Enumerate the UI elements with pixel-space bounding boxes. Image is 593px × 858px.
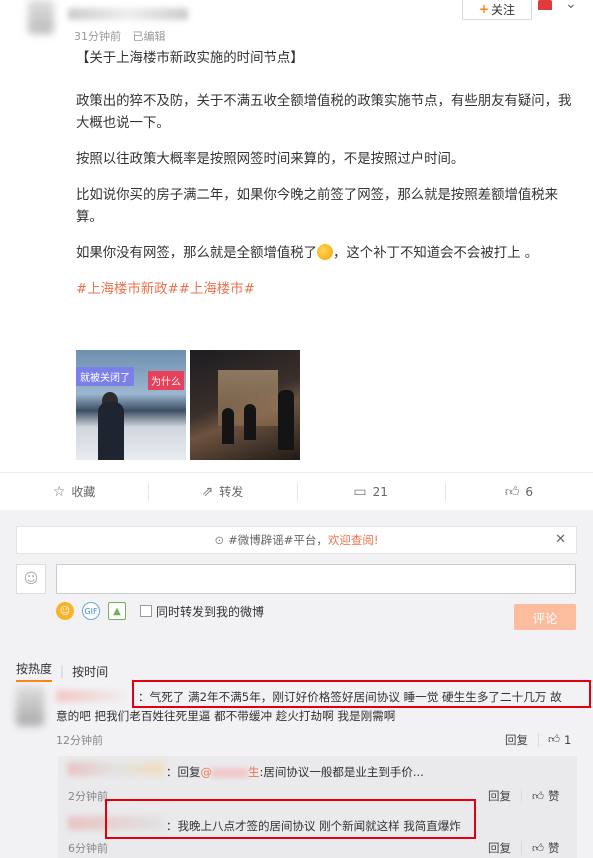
sub-like-label: 赞	[548, 789, 560, 803]
post-paragraph-3: 比如说你买的房子满二年，如果你今晚之前签了网签，那么就是按照差额增值税来算。	[76, 188, 559, 225]
post-tags[interactable]: #上海楼市新政##上海楼市#	[76, 279, 576, 301]
share-icon: ⇗	[201, 483, 214, 500]
sub-commenter-name[interactable]	[68, 762, 164, 776]
person-figure	[222, 408, 234, 444]
sub-comment-text: ：回复@ 生:居间协议一般都是业主到手价...	[166, 764, 424, 780]
sub-reply-button[interactable]: 回复	[488, 840, 511, 856]
para4-start: 如果你没有网签，那么就是全额增值税了	[76, 246, 318, 261]
post-body: 【关于上海楼市新政实施的时间节点】 政策出的猝不及防，关于不满五收全额增值税的政…	[76, 48, 576, 315]
my-avatar: ☺	[16, 564, 46, 594]
thumbs-up-icon: 👍︎	[548, 732, 561, 746]
sub-comment-time: 6分钟前	[68, 842, 108, 855]
reply-button[interactable]: 回复	[505, 732, 528, 748]
author-name[interactable]	[68, 8, 188, 20]
badge-icon	[538, 0, 552, 10]
follow-button[interactable]: + 关注	[462, 0, 532, 20]
repost-label: 转发	[219, 485, 244, 499]
sort-tabs: 按热度 | 按时间	[16, 660, 108, 682]
cry-emoji-icon	[317, 244, 334, 260]
post-meta: 31分钟前 已编辑	[74, 28, 166, 44]
reply-prefix: ：回复	[166, 765, 201, 779]
para4-end: ，这个补丁不知道会不会被打上 。	[333, 246, 539, 261]
comment-count: 21	[372, 484, 388, 499]
like-button[interactable]: 👍︎ 6	[444, 473, 593, 510]
image-caption: 就被关闭了	[76, 367, 134, 386]
thumbs-up-icon: 👍︎	[532, 788, 545, 803]
action-bar: ☆ 收藏 ⇗ 转发 ▭ 21 👍︎ 6	[0, 472, 593, 510]
comment-like-count: 1	[564, 732, 572, 747]
submit-comment-button[interactable]: 评论	[514, 604, 576, 630]
plus-icon: +	[478, 2, 490, 16]
edited-label: 已编辑	[132, 30, 166, 43]
person-figure	[278, 390, 294, 450]
post-image-1[interactable]: 就被关闭了	[76, 350, 186, 460]
commenter-avatar[interactable]	[16, 686, 44, 726]
sub-comment-body: :居间协议一般都是业主到手价...	[259, 765, 424, 779]
mention[interactable]: @	[201, 765, 213, 779]
rumor-notice[interactable]: ⊙ #微博辟谣#平台， 欢迎查阅! ✕	[16, 526, 577, 554]
close-icon[interactable]: ✕	[555, 532, 566, 547]
comment-tools: ☺ GIF ▲ 同时转发到我的微博	[56, 602, 264, 620]
chevron-down-icon[interactable]: ⌄	[565, 0, 577, 12]
sub-comment-time: 2分钟前	[68, 790, 108, 803]
mention-suffix[interactable]: 生	[248, 765, 260, 779]
emoji-icon[interactable]: ☺	[56, 602, 74, 620]
thumbs-up-icon: 👍︎	[504, 484, 520, 500]
thumbs-up-icon: 👍︎	[532, 840, 545, 855]
star-icon: ☆	[52, 483, 66, 500]
divider	[538, 733, 539, 747]
mention-name-blur	[212, 767, 248, 778]
comment-icon: ▭	[353, 483, 367, 500]
post-paragraph-2: 按照以往政策大概率是按照网签时间来算的，不是按照过户时间。	[76, 152, 465, 167]
sub-like-button[interactable]: 👍︎ 赞	[532, 840, 560, 856]
gif-icon[interactable]: GIF	[82, 602, 100, 620]
notice-text: #微博辟谣#平台，	[228, 533, 328, 547]
comment-button[interactable]: ▭ 21	[296, 473, 445, 510]
divider	[521, 789, 522, 803]
notice-link[interactable]: 欢迎查阅!	[328, 532, 379, 548]
post-title: 【关于上海楼市新政实施的时间节点】	[76, 51, 304, 66]
collect-button[interactable]: ☆ 收藏	[0, 473, 148, 510]
post-image-2[interactable]	[190, 350, 300, 460]
highlight-box	[132, 680, 591, 708]
sub-reply-button[interactable]: 回复	[488, 788, 511, 804]
comment-time: 12分钟前	[56, 734, 103, 747]
repost-button[interactable]: ⇗ 转发	[148, 473, 296, 510]
tab-sort-hot[interactable]: 按热度	[16, 660, 53, 682]
person-figure	[98, 402, 124, 460]
tab-sort-time[interactable]: 按时间	[72, 663, 108, 680]
comment-line-2: 意的吧 把我们老百姓往死里逼 都不带缓冲 趁火打劫啊 我是刚需啊	[56, 709, 396, 723]
highlight-box	[105, 799, 476, 839]
collect-label: 收藏	[71, 485, 96, 499]
like-count: 6	[525, 484, 534, 499]
sync-repost-checkbox[interactable]	[140, 605, 152, 617]
sync-repost-label: 同时转发到我的微博	[156, 604, 265, 619]
sort-divider: |	[60, 664, 65, 678]
sub-like-button[interactable]: 👍︎ 赞	[532, 788, 560, 804]
image-icon[interactable]: ▲	[108, 602, 126, 620]
divider	[521, 841, 522, 855]
comment-like-button[interactable]: 👍︎ 1	[548, 732, 571, 747]
author-avatar[interactable]	[28, 0, 54, 34]
sub-like-label: 赞	[548, 841, 560, 855]
info-icon: ⊙	[214, 533, 225, 547]
image-caption-2: 为什么	[148, 371, 184, 390]
comment-input[interactable]	[56, 564, 576, 594]
person-figure	[244, 404, 256, 440]
post-time[interactable]: 31分钟前	[74, 30, 121, 43]
follow-label: 关注	[491, 2, 516, 17]
post-paragraph-4: 如果你没有网签，那么就是全额增值税了 ，这个补丁不知道会不会被打上 。	[76, 243, 576, 265]
post-paragraph-1: 政策出的猝不及防，关于不满五收全额增值税的政策实施节点，有些朋友有疑问，我大概也…	[76, 94, 572, 131]
